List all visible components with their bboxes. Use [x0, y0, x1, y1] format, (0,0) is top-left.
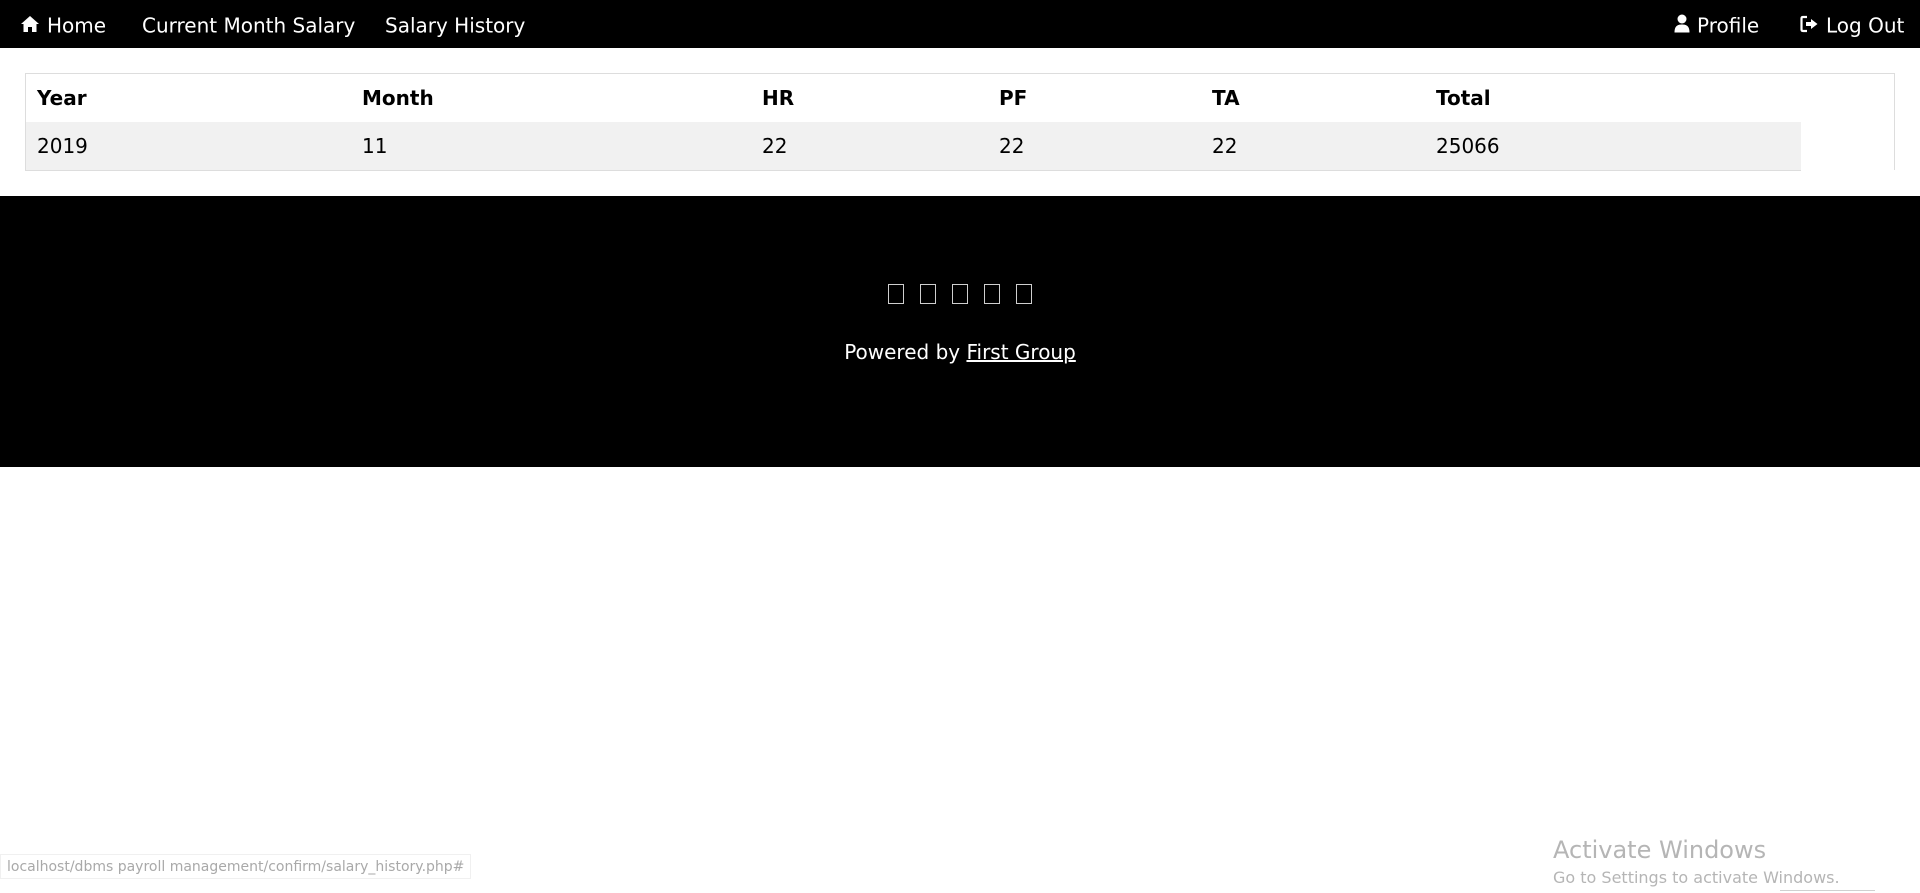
table-bottom-border	[25, 170, 1801, 171]
nav-profile-label: Profile	[1697, 13, 1760, 38]
table-header-row: Year Month HR PF TA Total	[26, 74, 1801, 122]
watermark-divider	[1780, 890, 1875, 891]
cell-year: 2019	[37, 134, 88, 158]
nav-home-label: Home	[47, 13, 107, 38]
table-row: 2019 11 22 22 22 25066	[26, 122, 1801, 170]
nav-salary-history-link[interactable]: Salary History	[385, 0, 525, 48]
top-navbar: Home Current Month Salary Salary History…	[0, 0, 1920, 48]
social-icon-2[interactable]	[920, 284, 936, 304]
watermark-title: Activate Windows	[1553, 836, 1767, 864]
home-icon	[21, 15, 39, 32]
header-month: Month	[362, 86, 434, 110]
header-total: Total	[1436, 86, 1491, 110]
cell-hr: 22	[762, 134, 788, 158]
sign-out-icon	[1800, 15, 1818, 32]
nav-current-month-salary-link[interactable]: Current Month Salary	[142, 0, 355, 48]
header-pf: PF	[999, 86, 1028, 110]
status-bar-url: localhost/dbms payroll management/confir…	[0, 854, 472, 879]
cell-month: 11	[362, 134, 388, 158]
first-group-link[interactable]: First Group	[966, 340, 1075, 364]
nav-current-month-salary-label: Current Month Salary	[142, 13, 356, 38]
nav-home-link[interactable]: Home	[20, 0, 106, 48]
cell-total: 25066	[1436, 134, 1500, 158]
cell-ta: 22	[1212, 134, 1238, 158]
header-ta: TA	[1212, 86, 1240, 110]
cell-pf: 22	[999, 134, 1025, 158]
social-links	[0, 284, 1920, 304]
windows-activation-watermark: Activate Windows Go to Settings to activ…	[1553, 835, 1840, 889]
powered-by-text: Powered by First Group	[0, 340, 1920, 364]
powered-by-prefix: Powered by	[844, 340, 961, 364]
footer: Powered by First Group	[0, 196, 1920, 467]
social-icon-3[interactable]	[952, 284, 968, 304]
header-hr: HR	[762, 86, 795, 110]
salary-history-table: Year Month HR PF TA Total 2019 11 22 22 …	[25, 73, 1895, 171]
user-icon	[1674, 14, 1690, 33]
header-year: Year	[37, 86, 87, 110]
social-icon-4[interactable]	[984, 284, 1000, 304]
nav-logout-link[interactable]: Log Out	[1800, 0, 1904, 48]
social-icon-5[interactable]	[1016, 284, 1032, 304]
social-icon-1[interactable]	[888, 284, 904, 304]
nav-logout-label: Log Out	[1826, 13, 1905, 38]
watermark-subtitle: Go to Settings to activate Windows.	[1553, 868, 1840, 887]
nav-salary-history-label: Salary History	[385, 13, 526, 38]
nav-profile-link[interactable]: Profile	[1674, 0, 1759, 48]
